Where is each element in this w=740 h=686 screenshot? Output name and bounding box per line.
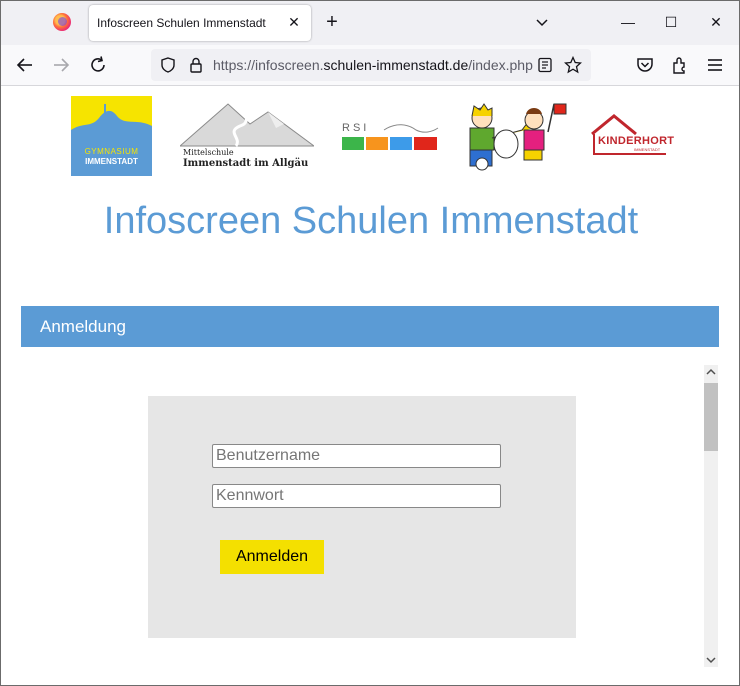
minimize-button[interactable]: — bbox=[613, 9, 643, 35]
lock-icon[interactable] bbox=[187, 56, 205, 74]
gymnasium-logo-line1: GYMNASIUM bbox=[84, 147, 139, 156]
login-button[interactable]: Anmelden bbox=[220, 540, 324, 574]
scroll-down-arrow-icon[interactable] bbox=[704, 653, 718, 667]
bookmark-star-icon[interactable] bbox=[564, 56, 582, 74]
url-path: /index.php bbox=[468, 57, 533, 73]
url-text[interactable]: https://infoscreen.schulen-immenstadt.de… bbox=[213, 57, 533, 73]
mittelschule-logo: Mittelschule Immenstadt im Allgäu bbox=[180, 98, 314, 172]
kinderhort-logo-line2: IMMENSTADT bbox=[634, 147, 661, 152]
hamburger-menu-icon[interactable] bbox=[705, 55, 725, 75]
chevron-down-icon[interactable] bbox=[533, 13, 551, 31]
tab-active[interactable]: Infoscreen Schulen Immenstadt ✕ bbox=[89, 5, 311, 41]
url-prefix: https://infoscreen. bbox=[213, 57, 324, 73]
firefox-icon[interactable] bbox=[53, 13, 71, 31]
gymnasium-logo: GYMNASIUM IMMENSTADT bbox=[71, 96, 152, 176]
scroll-up-arrow-icon[interactable] bbox=[704, 365, 718, 379]
section-title: Anmeldung bbox=[40, 317, 127, 336]
gymnasium-logo-line2: IMMENSTADT bbox=[85, 157, 138, 166]
kinderhort-logo-line1: KINDERHORT bbox=[598, 135, 675, 147]
rsi-logo: RSI bbox=[340, 122, 439, 152]
url-bar[interactable]: https://infoscreen.schulen-immenstadt.de… bbox=[151, 49, 591, 81]
url-domain: schulen-immenstadt.de bbox=[323, 57, 469, 73]
username-input[interactable] bbox=[212, 444, 501, 468]
extensions-icon[interactable] bbox=[670, 55, 690, 75]
reload-icon[interactable] bbox=[88, 55, 108, 75]
browser-window: Infoscreen Schulen Immenstadt ✕ + — ☐ ✕ bbox=[0, 0, 740, 686]
password-input[interactable] bbox=[212, 484, 501, 508]
new-tab-button[interactable]: + bbox=[321, 11, 343, 33]
mittelschule-logo-line2: Immenstadt im Allgäu bbox=[183, 158, 309, 169]
scrollbar[interactable] bbox=[704, 365, 718, 667]
mittelschule-logo-line1: Mittelschule bbox=[183, 148, 234, 157]
section-header: Anmeldung bbox=[21, 306, 719, 347]
grundschule-logo bbox=[462, 102, 568, 172]
pocket-icon[interactable] bbox=[635, 55, 655, 75]
kinderhort-logo: KINDERHORT IMMENSTADT bbox=[588, 112, 675, 160]
navigation-bar: https://infoscreen.schulen-immenstadt.de… bbox=[1, 45, 739, 86]
forward-arrow-icon[interactable] bbox=[51, 55, 71, 75]
reader-view-icon[interactable] bbox=[537, 57, 553, 73]
page-title: Infoscreen Schulen Immenstadt bbox=[103, 200, 639, 242]
close-window-button[interactable]: ✕ bbox=[701, 9, 731, 35]
close-tab-icon[interactable]: ✕ bbox=[285, 13, 303, 31]
page-content: GYMNASIUM IMMENSTADT Mittelschule Immens… bbox=[1, 87, 739, 685]
tab-title: Infoscreen Schulen Immenstadt bbox=[97, 16, 266, 30]
shield-icon[interactable] bbox=[159, 56, 177, 74]
login-panel: Anmelden bbox=[148, 396, 576, 638]
maximize-button[interactable]: ☐ bbox=[656, 9, 686, 35]
back-arrow-icon[interactable] bbox=[15, 55, 35, 75]
tab-strip: Infoscreen Schulen Immenstadt ✕ + — ☐ ✕ bbox=[1, 1, 739, 45]
scrollbar-thumb[interactable] bbox=[704, 383, 718, 451]
